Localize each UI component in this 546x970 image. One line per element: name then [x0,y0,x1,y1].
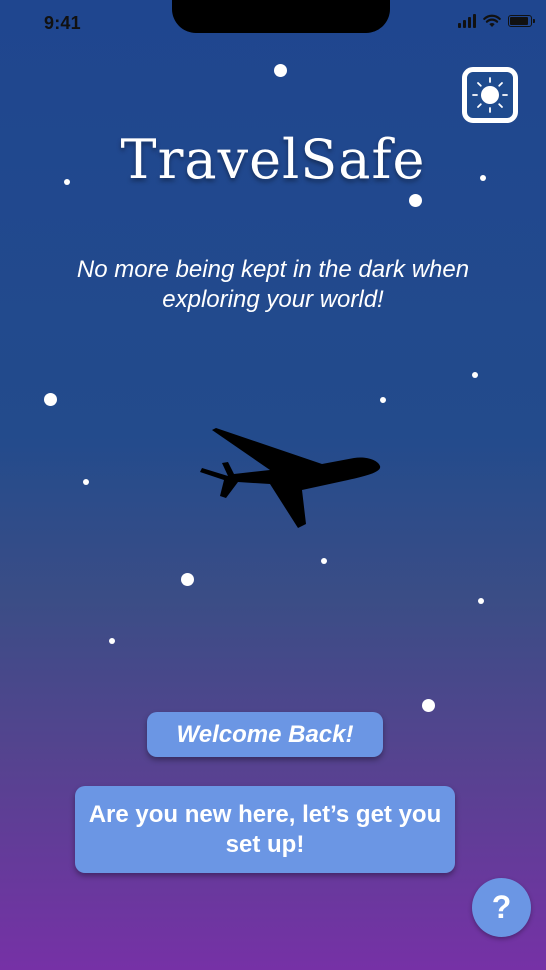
star-decoration [44,393,57,406]
help-button[interactable]: ? [472,878,531,937]
app-tagline: No more being kept in the dark when expl… [76,256,470,313]
star-decoration [109,638,115,644]
app-title: TravelSafe [120,128,426,191]
battery-icon [508,15,535,27]
app-screen: 9:41 TravelSafe No more being kept in th… [0,0,546,970]
status-time: 9:41 [44,13,81,33]
star-decoration [83,479,89,485]
star-decoration [472,372,478,378]
star-decoration [409,194,422,207]
star-decoration [380,397,386,403]
star-decoration [422,699,435,712]
star-decoration [321,558,327,564]
status-icons [458,14,535,28]
device-notch [172,0,390,33]
star-decoration [478,598,484,604]
wifi-icon [483,14,501,27]
airplane-icon [200,428,381,528]
sun-icon [472,77,508,113]
new-user-setup-button[interactable]: Are you new here, let’s get you set up! [75,786,455,873]
welcome-back-button[interactable]: Welcome Back! [147,712,383,757]
cellular-signal-icon [458,14,476,28]
help-icon: ? [491,889,512,925]
star-decoration [274,64,287,77]
theme-toggle-button[interactable] [462,67,518,123]
star-decoration [181,573,194,586]
